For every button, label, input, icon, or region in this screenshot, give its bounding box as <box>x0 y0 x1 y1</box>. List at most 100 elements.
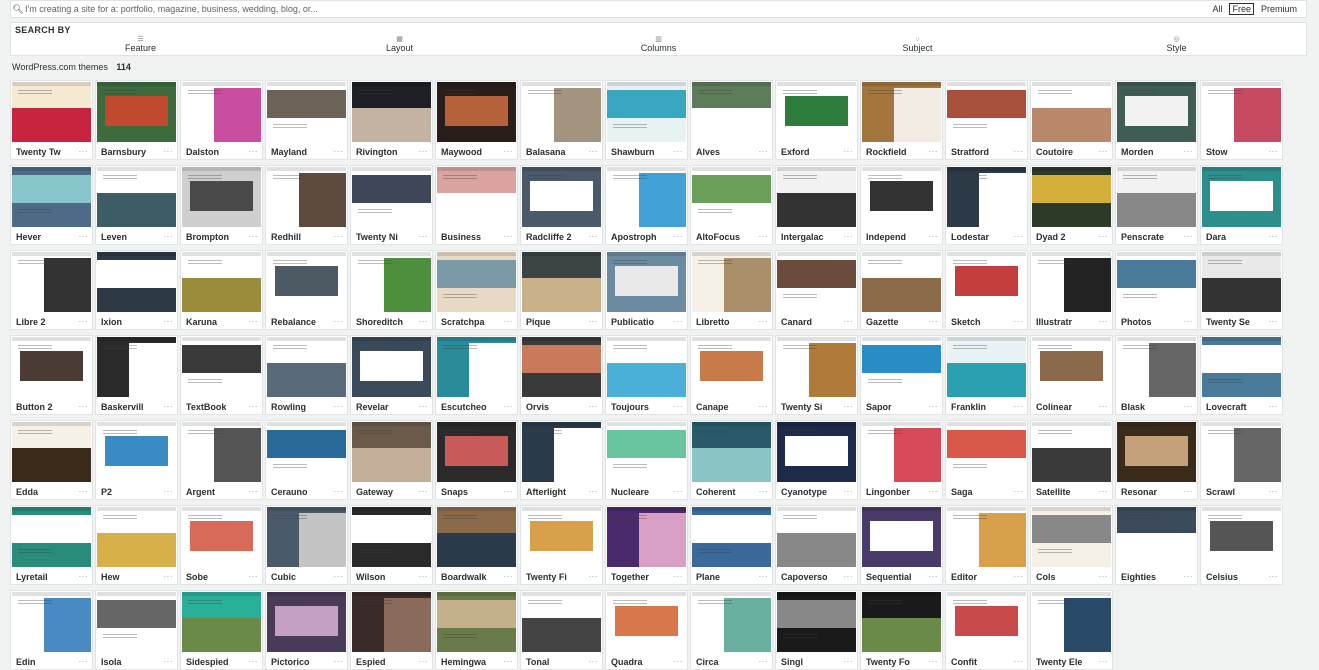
more-options-icon[interactable]: ··· <box>1269 402 1279 411</box>
more-options-icon[interactable]: ··· <box>1099 232 1109 241</box>
theme-name[interactable]: Button 2 <box>16 402 53 412</box>
theme-name[interactable]: Lyretail <box>16 572 48 582</box>
more-options-icon[interactable]: ··· <box>929 232 939 241</box>
more-options-icon[interactable]: ··· <box>419 657 429 666</box>
more-options-icon[interactable]: ··· <box>844 487 854 496</box>
theme-thumbnail[interactable] <box>862 252 941 312</box>
theme-card[interactable]: Lyretail ··· <box>10 505 93 585</box>
theme-card[interactable]: Scratchpa ··· <box>435 250 518 330</box>
filter-premium[interactable]: Premium <box>1258 4 1300 14</box>
theme-card[interactable]: Libre 2 ··· <box>10 250 93 330</box>
theme-card[interactable]: Dyad 2 ··· <box>1030 165 1113 245</box>
more-options-icon[interactable]: ··· <box>334 572 344 581</box>
theme-card[interactable]: Circa ··· <box>690 590 773 670</box>
theme-name[interactable]: Edin <box>16 657 36 667</box>
theme-card[interactable]: Rockfield ··· <box>860 80 943 160</box>
theme-thumbnail[interactable] <box>182 507 261 567</box>
more-options-icon[interactable]: ··· <box>674 402 684 411</box>
theme-name[interactable]: Exford <box>781 147 810 157</box>
theme-name[interactable]: Stow <box>1206 147 1228 157</box>
facet-layout[interactable]: ▦ Layout <box>310 36 490 53</box>
theme-name[interactable]: Lovecraft <box>1206 402 1247 412</box>
theme-name[interactable]: Blask <box>1121 402 1145 412</box>
theme-card[interactable]: Twenty Fi ··· <box>520 505 603 585</box>
theme-card[interactable]: Twenty Fo ··· <box>860 590 943 670</box>
theme-name[interactable]: Capoverso <box>781 572 828 582</box>
theme-thumbnail[interactable] <box>182 82 261 142</box>
theme-thumbnail[interactable] <box>12 422 91 482</box>
theme-name[interactable]: Libre 2 <box>16 317 46 327</box>
more-options-icon[interactable]: ··· <box>589 402 599 411</box>
theme-name[interactable]: Twenty Fo <box>866 657 910 667</box>
theme-thumbnail[interactable] <box>1032 252 1111 312</box>
theme-card[interactable]: Twenty Si ··· <box>775 335 858 415</box>
theme-name[interactable]: AltoFocus <box>696 232 740 242</box>
facet-columns[interactable]: ▥ Columns <box>569 36 749 53</box>
more-options-icon[interactable]: ··· <box>844 572 854 581</box>
more-options-icon[interactable]: ··· <box>929 147 939 156</box>
more-options-icon[interactable]: ··· <box>1099 657 1109 666</box>
theme-card[interactable]: Escutcheo ··· <box>435 335 518 415</box>
theme-thumbnail[interactable] <box>1032 167 1111 227</box>
theme-name[interactable]: Edda <box>16 487 38 497</box>
theme-thumbnail[interactable] <box>12 252 91 312</box>
theme-card[interactable]: Photos ··· <box>1115 250 1198 330</box>
more-options-icon[interactable]: ··· <box>419 147 429 156</box>
theme-thumbnail[interactable] <box>862 167 941 227</box>
theme-card[interactable]: Twenty Ni ··· <box>350 165 433 245</box>
theme-card[interactable]: Rowling ··· <box>265 335 348 415</box>
theme-card[interactable]: Barnsbury ··· <box>95 80 178 160</box>
more-options-icon[interactable]: ··· <box>674 487 684 496</box>
theme-name[interactable]: Plane <box>696 572 720 582</box>
theme-thumbnail[interactable] <box>182 252 261 312</box>
more-options-icon[interactable]: ··· <box>79 572 89 581</box>
theme-card[interactable]: Pique ··· <box>520 250 603 330</box>
theme-card[interactable]: Business ··· <box>435 165 518 245</box>
theme-card[interactable]: Sapor ··· <box>860 335 943 415</box>
theme-card[interactable]: Argent ··· <box>180 420 263 500</box>
more-options-icon[interactable]: ··· <box>1099 147 1109 156</box>
theme-thumbnail[interactable] <box>522 167 601 227</box>
theme-card[interactable]: Espied ··· <box>350 590 433 670</box>
more-options-icon[interactable]: ··· <box>334 147 344 156</box>
theme-thumbnail[interactable] <box>522 337 601 397</box>
theme-name[interactable]: Gazette <box>866 317 899 327</box>
theme-name[interactable]: Hemingwa <box>441 657 486 667</box>
theme-name[interactable]: Scrawl <box>1206 487 1235 497</box>
more-options-icon[interactable]: ··· <box>1014 657 1024 666</box>
more-options-icon[interactable]: ··· <box>249 487 259 496</box>
more-options-icon[interactable]: ··· <box>1099 572 1109 581</box>
more-options-icon[interactable]: ··· <box>249 402 259 411</box>
more-options-icon[interactable]: ··· <box>504 147 514 156</box>
theme-card[interactable]: Baskervill ··· <box>95 335 178 415</box>
theme-thumbnail[interactable] <box>947 592 1026 652</box>
theme-thumbnail[interactable] <box>267 507 346 567</box>
theme-name[interactable]: Twenty Ele <box>1036 657 1082 667</box>
theme-name[interactable]: Publicatio <box>611 317 654 327</box>
theme-name[interactable]: Apostroph <box>611 232 657 242</box>
theme-card[interactable]: Blask ··· <box>1115 335 1198 415</box>
theme-thumbnail[interactable] <box>1032 507 1111 567</box>
theme-card[interactable]: Dara ··· <box>1200 165 1283 245</box>
theme-card[interactable]: Snaps ··· <box>435 420 518 500</box>
theme-card[interactable]: Nucleare ··· <box>605 420 688 500</box>
theme-name[interactable]: Rivington <box>356 147 398 157</box>
more-options-icon[interactable]: ··· <box>1269 572 1279 581</box>
theme-name[interactable]: Cubic <box>271 572 296 582</box>
theme-thumbnail[interactable] <box>1202 252 1281 312</box>
theme-card[interactable]: Cubic ··· <box>265 505 348 585</box>
more-options-icon[interactable]: ··· <box>674 317 684 326</box>
theme-thumbnail[interactable] <box>182 592 261 652</box>
theme-name[interactable]: Ixion <box>101 317 122 327</box>
more-options-icon[interactable]: ··· <box>504 402 514 411</box>
theme-thumbnail[interactable] <box>607 507 686 567</box>
theme-name[interactable]: Alves <box>696 147 720 157</box>
more-options-icon[interactable]: ··· <box>164 487 174 496</box>
theme-thumbnail[interactable] <box>12 82 91 142</box>
theme-thumbnail[interactable] <box>692 82 771 142</box>
theme-card[interactable]: Penscrate ··· <box>1115 165 1198 245</box>
theme-name[interactable]: Together <box>611 572 649 582</box>
facet-style[interactable]: ◎ Style <box>1087 36 1267 53</box>
theme-thumbnail[interactable] <box>777 167 856 227</box>
more-options-icon[interactable]: ··· <box>334 657 344 666</box>
